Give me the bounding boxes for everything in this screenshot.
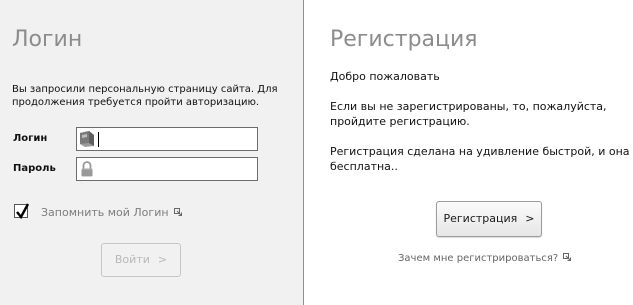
- user-card-icon: [80, 131, 94, 147]
- register-title: Регистрация: [330, 27, 478, 52]
- login-title: Логин: [12, 27, 83, 52]
- register-text-line: бесплатна..: [330, 160, 398, 173]
- register-button-label: Регистрация: [443, 212, 518, 225]
- login-field[interactable]: [76, 127, 258, 151]
- remember-checkbox[interactable]: [14, 203, 30, 220]
- password-field[interactable]: [76, 157, 258, 181]
- remember-label[interactable]: Запомнить мой Логин: [41, 206, 182, 219]
- password-field-label: Пароль: [13, 163, 56, 174]
- register-text-line: Регистрация сделана на удивление быстрой…: [330, 145, 630, 158]
- why-register-link-text: Зачем мне регистрироваться?: [398, 253, 559, 264]
- remember-label-text: Запомнить мой Логин: [41, 206, 169, 219]
- chevron-right-icon: >: [525, 212, 535, 225]
- login-field-label: Логин: [13, 133, 48, 144]
- why-register-link[interactable]: Зачем мне регистрироваться?: [398, 253, 572, 264]
- password-input[interactable]: [97, 159, 253, 179]
- checkmark-icon: [16, 203, 30, 220]
- external-link-icon: [173, 208, 182, 216]
- register-button[interactable]: Регистрация >: [436, 201, 542, 237]
- login-submit-button[interactable]: Войти >: [101, 243, 181, 277]
- chevron-right-icon: >: [157, 253, 168, 266]
- register-welcome: Добро пожаловать: [330, 70, 440, 83]
- text-caret: [98, 132, 99, 147]
- register-text-line: пройдите регистрацию.: [330, 115, 470, 128]
- external-link-icon: [563, 253, 572, 261]
- login-input[interactable]: [97, 129, 253, 149]
- padlock-icon: [81, 161, 93, 177]
- login-intro-text: Вы запросили персональную страницу сайта…: [12, 84, 278, 108]
- register-text-line: Если вы не зарегистрированы, то, пожалуй…: [330, 100, 607, 113]
- login-submit-label: Войти: [114, 253, 150, 266]
